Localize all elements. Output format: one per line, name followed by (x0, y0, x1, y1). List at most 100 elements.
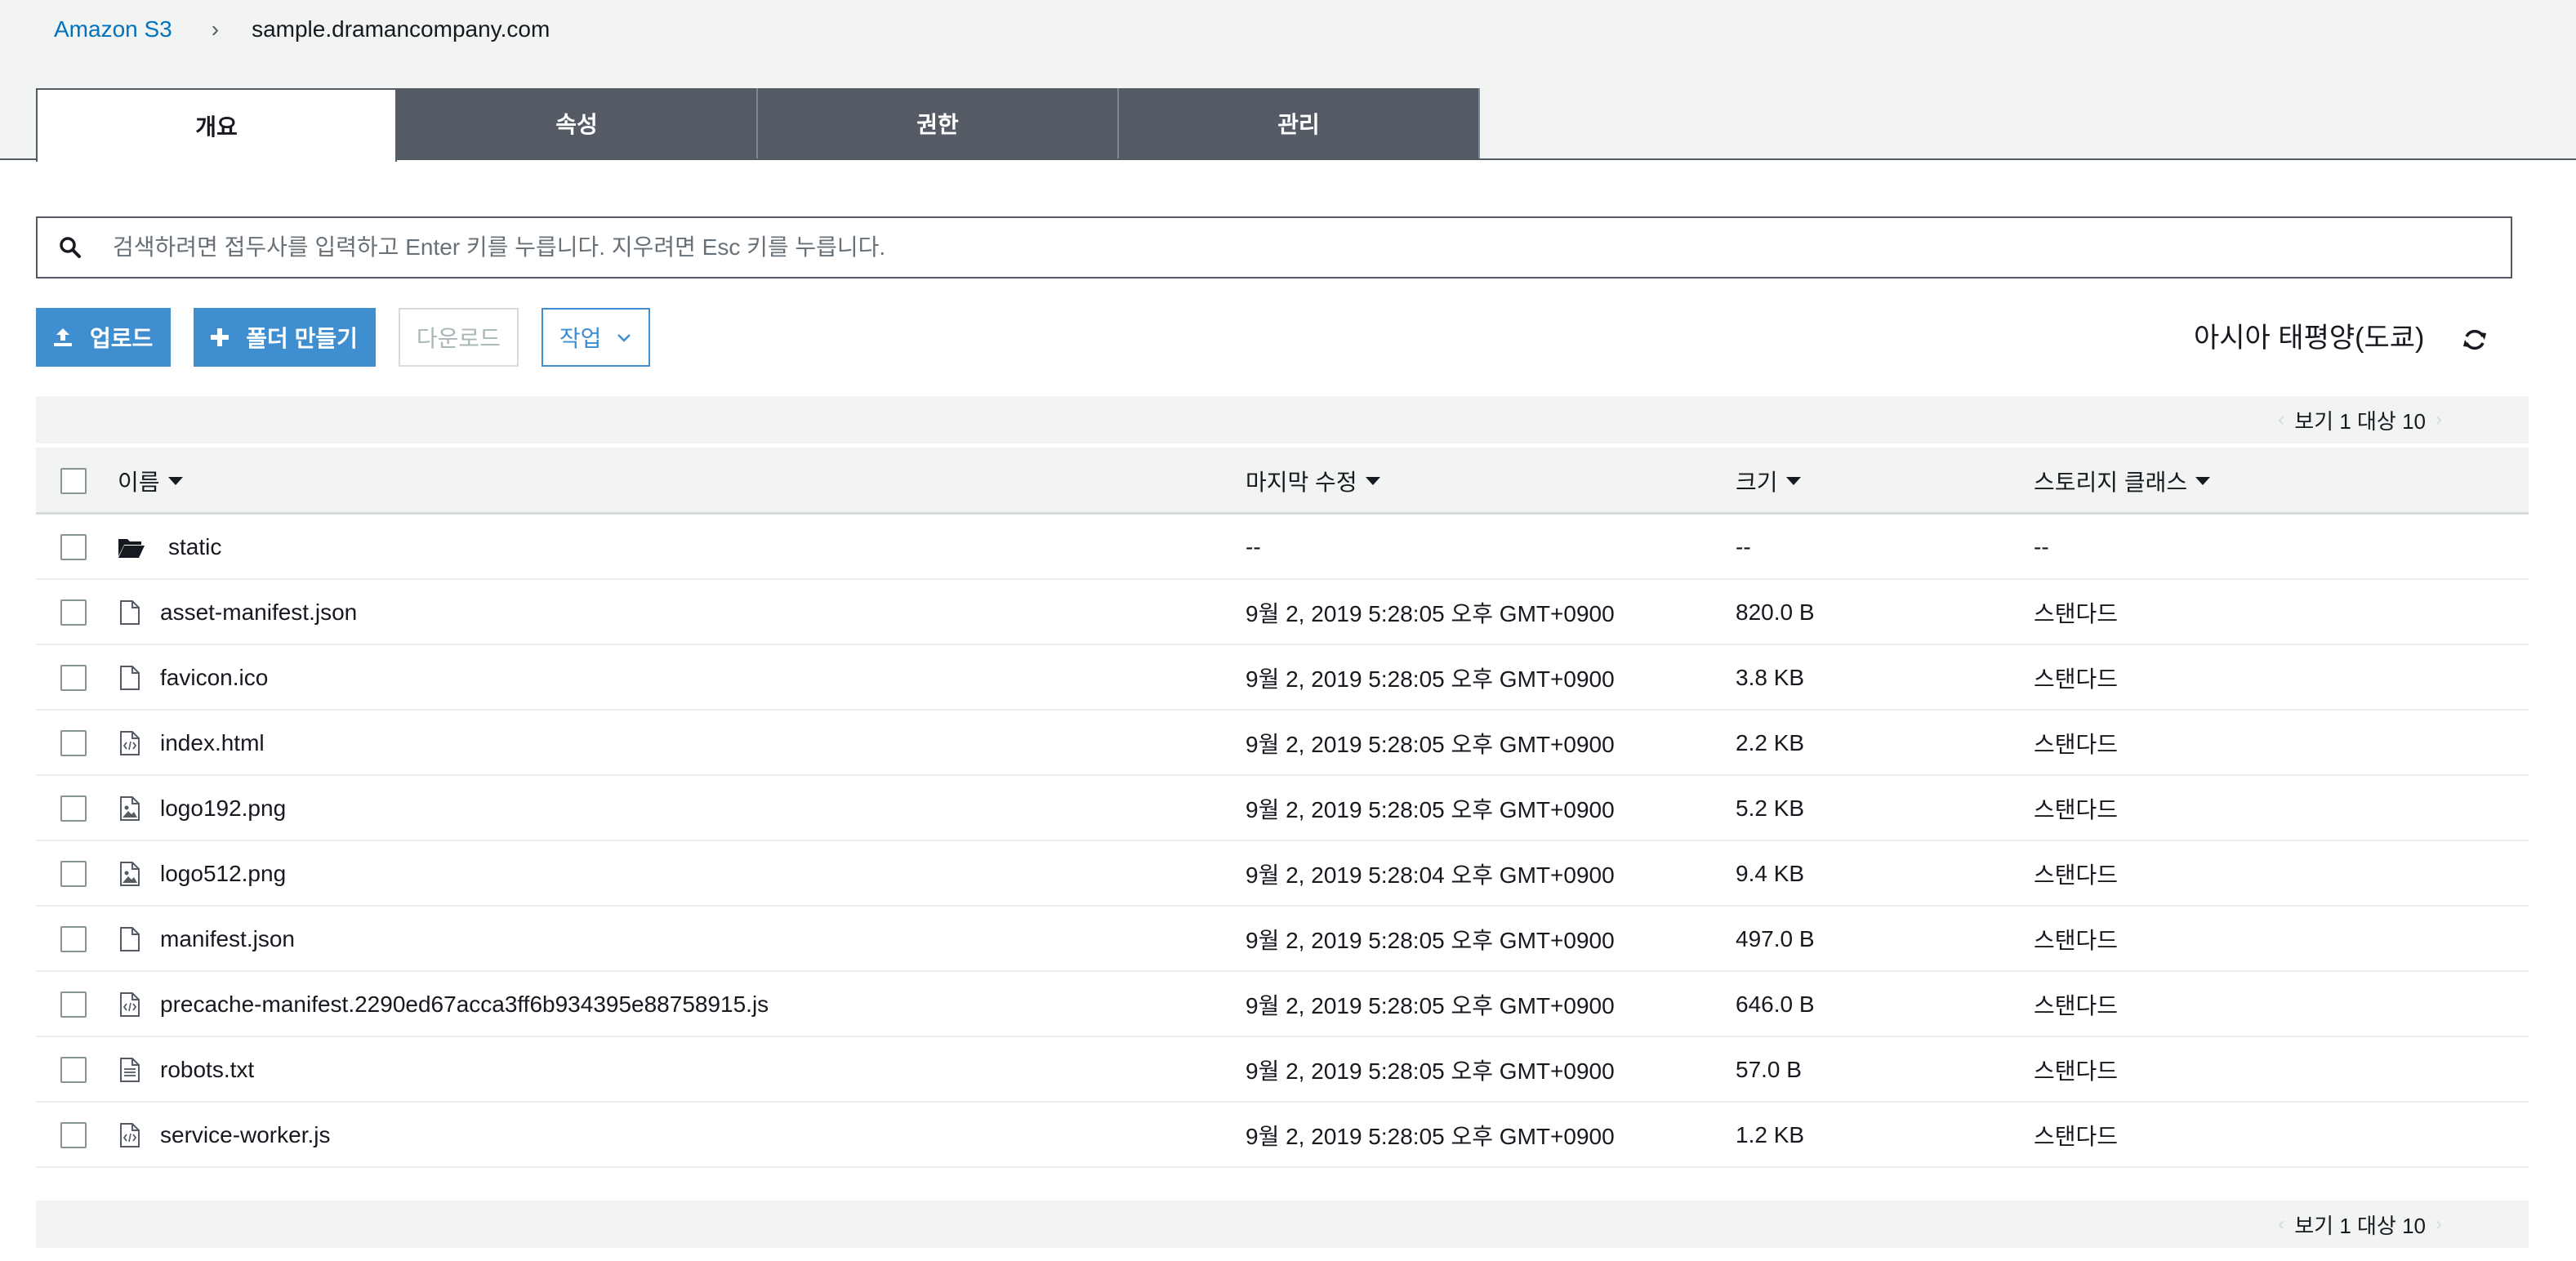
object-name-link[interactable]: precache-manifest.2290ed67acca3ff6b93439… (160, 991, 769, 1018)
row-checkbox[interactable] (60, 861, 87, 887)
cell-name: manifest.json (118, 907, 295, 972)
object-toolbar: 업로드 폴더 만들기 다운로드 작업 (36, 308, 651, 367)
search-input[interactable] (113, 234, 2511, 261)
image-file-icon (118, 860, 142, 888)
tab-properties[interactable]: 속성 (397, 88, 758, 158)
bucket-tabs: 개요 속성 권한 관리 (36, 88, 1480, 162)
cell-size: 646.0 B (1736, 991, 1815, 1017)
text-file-icon (118, 1056, 142, 1084)
create-folder-button[interactable]: 폴더 만들기 (194, 308, 376, 367)
sort-caret-icon (2195, 477, 2211, 485)
pagination-next-icon[interactable]: › (2436, 408, 2442, 431)
cell-name: robots.txt (118, 1037, 254, 1103)
object-name-link[interactable]: index.html (160, 730, 265, 756)
row-checkbox[interactable] (60, 534, 87, 560)
object-name-link[interactable]: logo512.png (160, 861, 286, 887)
cell-size: 497.0 B (1736, 926, 1815, 951)
cell-modified: 9월 2, 2019 5:28:05 오후 GMT+0900 (1246, 666, 1615, 692)
row-checkbox[interactable] (60, 926, 87, 952)
cell-modified: -- (1246, 534, 1261, 559)
tab-permissions[interactable]: 권한 (758, 88, 1119, 158)
row-checkbox[interactable] (60, 730, 87, 756)
objects-table: 이름 마지막 수정 크기 스토리지 클래스 static -- -- -- asset-… (36, 448, 2529, 1168)
breadcrumb: Amazon S3 › sample.dramancompany.com (54, 13, 550, 46)
column-header-storage-class-label: 스토리지 클래스 (2034, 470, 2188, 495)
column-header-size-label: 크기 (1736, 470, 1778, 495)
cell-modified: 9월 2, 2019 5:28:04 오후 GMT+0900 (1246, 862, 1615, 888)
cell-storage-class: 스탠다드 (2034, 993, 2119, 1018)
cell-storage-class: 스탠다드 (2034, 601, 2119, 626)
column-header-name[interactable]: 이름 (118, 448, 183, 515)
column-header-modified[interactable]: 마지막 수정 (1246, 448, 1380, 515)
cell-storage-class: 스탠다드 (2034, 797, 2119, 822)
table-row[interactable]: logo192.png 9월 2, 2019 5:28:05 오후 GMT+090… (36, 776, 2529, 841)
table-row[interactable]: logo512.png 9월 2, 2019 5:28:04 오후 GMT+090… (36, 841, 2529, 907)
cell-name: precache-manifest.2290ed67acca3ff6b93439… (118, 972, 769, 1037)
cell-size: -- (1736, 534, 1751, 559)
code-file-icon (118, 1121, 142, 1149)
pagination-top: ‹ 보기 1 대상 10 › (36, 396, 2529, 443)
create-folder-button-label: 폴더 만들기 (246, 326, 358, 351)
row-checkbox[interactable] (60, 991, 87, 1018)
table-row[interactable]: robots.txt 9월 2, 2019 5:28:05 오후 GMT+0900… (36, 1037, 2529, 1103)
table-row[interactable]: asset-manifest.json 9월 2, 2019 5:28:05 오후… (36, 580, 2529, 645)
table-row[interactable]: static -- -- -- (36, 515, 2529, 580)
download-button[interactable]: 다운로드 (398, 308, 519, 367)
breadcrumb-separator-icon: › (211, 16, 220, 42)
column-header-modified-label: 마지막 수정 (1246, 470, 1357, 495)
row-checkbox[interactable] (60, 795, 87, 822)
table-row[interactable]: service-worker.js 9월 2, 2019 5:28:05 오후 G… (36, 1103, 2529, 1168)
region-label: 아시아 태평양(도쿄) (2194, 323, 2425, 354)
file-icon (118, 599, 142, 626)
object-name-link[interactable]: asset-manifest.json (160, 599, 357, 626)
column-header-size[interactable]: 크기 (1736, 448, 1801, 515)
cell-storage-class: 스탠다드 (2034, 1124, 2119, 1149)
cell-size: 820.0 B (1736, 599, 1815, 625)
object-name-link[interactable]: favicon.ico (160, 665, 268, 691)
object-name-link[interactable]: logo192.png (160, 795, 286, 822)
cell-storage-class: 스탠다드 (2034, 928, 2119, 953)
object-name-link[interactable]: service-worker.js (160, 1122, 330, 1148)
table-row[interactable]: precache-manifest.2290ed67acca3ff6b93439… (36, 972, 2529, 1037)
cell-modified: 9월 2, 2019 5:28:05 오후 GMT+0900 (1246, 1124, 1615, 1149)
code-file-icon (118, 729, 142, 757)
table-row[interactable]: index.html 9월 2, 2019 5:28:05 오후 GMT+0900… (36, 711, 2529, 776)
upload-icon (52, 327, 74, 348)
upload-button[interactable]: 업로드 (36, 308, 172, 367)
table-row[interactable]: favicon.ico 9월 2, 2019 5:28:05 오후 GMT+090… (36, 645, 2529, 711)
code-file-icon (118, 991, 142, 1018)
select-all-checkbox[interactable] (60, 468, 87, 494)
table-row[interactable]: manifest.json 9월 2, 2019 5:28:05 오후 GMT+0… (36, 907, 2529, 972)
sort-caret-icon (1785, 477, 1801, 485)
breadcrumb-amazon-s3-link[interactable]: Amazon S3 (54, 16, 172, 42)
row-checkbox[interactable] (60, 1122, 87, 1148)
row-checkbox[interactable] (60, 1057, 87, 1083)
cell-name: favicon.ico (118, 645, 268, 711)
tab-management[interactable]: 관리 (1119, 88, 1480, 158)
cell-name: service-worker.js (118, 1103, 330, 1168)
search-box (36, 216, 2512, 278)
object-name-link[interactable]: static (168, 534, 221, 560)
object-name-link[interactable]: robots.txt (160, 1057, 254, 1083)
refresh-icon[interactable] (2462, 327, 2488, 353)
cell-name: logo512.png (118, 841, 286, 907)
cell-size: 57.0 B (1736, 1057, 1802, 1082)
cell-modified: 9월 2, 2019 5:28:05 오후 GMT+0900 (1246, 993, 1615, 1018)
pagination-next-icon[interactable]: › (2436, 1213, 2442, 1236)
column-header-storage-class[interactable]: 스토리지 클래스 (2034, 448, 2211, 515)
pagination-text: 보기 1 대상 10 (2294, 1213, 2426, 1238)
row-checkbox[interactable] (60, 599, 87, 626)
pagination-prev-icon[interactable]: ‹ (2278, 408, 2284, 431)
object-name-link[interactable]: manifest.json (160, 926, 295, 952)
row-checkbox[interactable] (60, 665, 87, 691)
cell-size: 1.2 KB (1736, 1122, 1805, 1147)
cell-modified: 9월 2, 2019 5:28:05 오후 GMT+0900 (1246, 601, 1615, 626)
cell-size: 5.2 KB (1736, 795, 1805, 821)
cell-name: asset-manifest.json (118, 580, 357, 645)
cell-modified: 9월 2, 2019 5:28:05 오후 GMT+0900 (1246, 797, 1615, 822)
cell-size: 9.4 KB (1736, 861, 1805, 886)
tab-overview[interactable]: 개요 (36, 88, 397, 162)
actions-dropdown[interactable]: 작업 (541, 308, 651, 367)
pagination-prev-icon[interactable]: ‹ (2278, 1213, 2284, 1236)
cell-modified: 9월 2, 2019 5:28:05 오후 GMT+0900 (1246, 732, 1615, 757)
